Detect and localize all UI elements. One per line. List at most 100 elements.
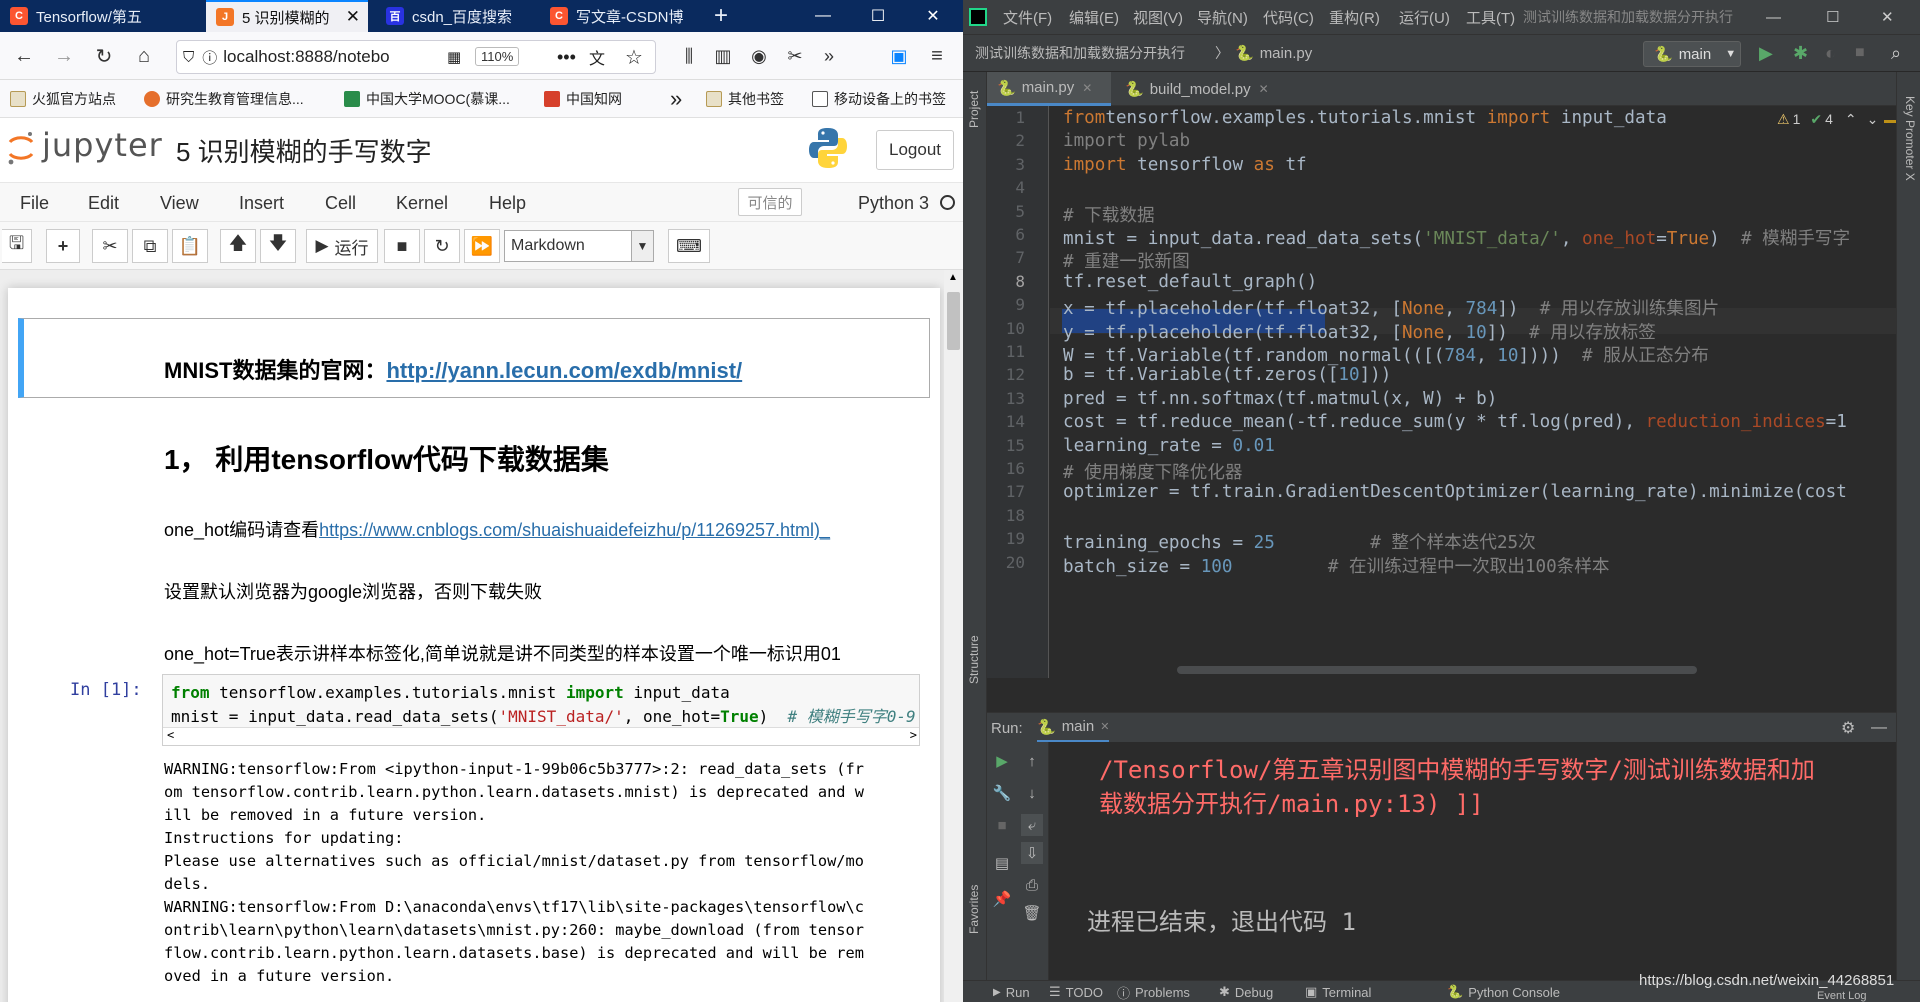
code-line[interactable]: import tensorflow as tf [1063, 155, 1307, 175]
code-line[interactable]: mnist = input_data.read_data_sets('MNIST… [1063, 225, 1850, 250]
bookmark-grad-edu[interactable]: 研究生教育管理信息... [144, 80, 304, 118]
rerun-icon[interactable]: ▶ [991, 750, 1013, 772]
status-tab-todo[interactable]: ☰ TODO [1049, 981, 1103, 1002]
line-number[interactable]: 4 [987, 178, 1025, 197]
bookmark-firefox[interactable]: 火狐官方站点 [10, 80, 116, 118]
pc-menu-refactor[interactable]: 重构(R) [1329, 0, 1380, 34]
bookmark-cnki[interactable]: 中国知网 [544, 80, 622, 118]
line-number[interactable]: 19 [987, 529, 1025, 548]
editor-tab-build-model[interactable]: 🐍 build_model.py ✕ [1115, 72, 1275, 106]
code-editor[interactable]: 1 2 3 4 5 6 7 8 9 10 11 12 13 14 15 16 17 18 19 20 fromtens… [987, 106, 1896, 678]
line-number[interactable]: 17 [987, 482, 1025, 501]
key-promoter-tool-tab[interactable]: Key Promoter X [1903, 96, 1917, 181]
extensions-icon[interactable]: ▣ [884, 32, 914, 80]
url-bar[interactable]: ⛉ ⓘ localhost:8888/notebo ▦ 110% ••• 文 ☆ [176, 40, 656, 74]
line-number[interactable]: 20 [987, 553, 1025, 572]
scroll-up-icon[interactable]: ▲ [948, 272, 958, 283]
menu-edit[interactable]: Edit [88, 183, 119, 223]
code-line[interactable]: import pylab [1063, 131, 1190, 151]
trusted-indicator[interactable]: 可信的 [738, 188, 802, 216]
bookmark-star-icon[interactable]: ☆ [625, 45, 643, 70]
menu-file[interactable]: File [20, 183, 49, 223]
code-line[interactable]: training_epochs = 25 # 整个样本迭代25次 [1063, 529, 1536, 554]
scrollbar-thumb[interactable] [947, 292, 960, 350]
interrupt-icon[interactable]: ■ [384, 229, 420, 263]
move-down-icon[interactable]: 🡇 [260, 229, 296, 263]
bookmark-mooc[interactable]: 中国大学MOOC(慕课... [344, 80, 510, 118]
minimize-icon[interactable]: — [797, 0, 849, 32]
code-line[interactable]: # 下载数据 [1063, 202, 1155, 227]
notebook-title[interactable]: 5 识别模糊的手写数字 [176, 132, 432, 169]
cut-icon[interactable]: ✂ [92, 229, 128, 263]
next-highlight-icon[interactable]: ⌄ [1867, 111, 1879, 128]
code-cell-input[interactable]: from tensorflow.examples.tutorials.mnist… [162, 674, 920, 746]
line-number[interactable]: 13 [987, 389, 1025, 408]
settings-gear-icon[interactable]: ⚙ [1841, 713, 1855, 743]
restart-icon[interactable]: ↻ [424, 229, 460, 263]
line-number[interactable]: 15 [987, 436, 1025, 455]
menu-kernel[interactable]: Kernel [396, 183, 448, 223]
line-number[interactable]: 11 [987, 342, 1025, 361]
page-actions-icon[interactable]: ••• [557, 47, 576, 68]
code-line[interactable]: batch_size = 100 # 在训练过程中一次取出100条样本 [1063, 553, 1610, 578]
code-line[interactable]: x = tf.placeholder(tf.float32, [None, 78… [1063, 295, 1719, 320]
sidebar-icon[interactable]: ▥ [708, 32, 738, 80]
zoom-indicator[interactable]: 110% [475, 47, 520, 66]
scroll-to-end-icon[interactable]: ⇩ [1021, 842, 1043, 864]
jupyter-brand[interactable]: jupyter [42, 126, 163, 164]
warning-marker[interactable] [1884, 120, 1896, 123]
code-line[interactable]: pred = tf.nn.softmax(tf.matmul(x, W) + b… [1063, 389, 1497, 409]
markdown-cell-selected[interactable]: MNIST数据集的官网：http://yann.lecun.com/exdb/m… [18, 318, 930, 398]
code-line[interactable]: optimizer = tf.train.GradientDescentOpti… [1063, 482, 1847, 502]
line-number[interactable]: 12 [987, 365, 1025, 384]
hamburger-menu-icon[interactable]: ≡ [922, 32, 952, 80]
structure-tool-tab[interactable]: Structure [967, 635, 981, 684]
overflow-icon[interactable]: » [814, 32, 844, 80]
restart-run-all-icon[interactable]: ⏩ [464, 229, 500, 263]
debug-icon[interactable]: ✱ [1793, 35, 1808, 71]
wrench-icon[interactable]: 🔧 [991, 782, 1013, 804]
qr-icon[interactable]: ▦ [447, 48, 461, 66]
inspection-widget[interactable]: ⚠ 1 ✔ 4 ⌃ ⌄ [1777, 106, 1878, 132]
code-line[interactable]: # 使用梯度下降优化器 [1063, 459, 1243, 484]
code-line[interactable]: cost = tf.reduce_mean(-tf.reduce_sum(y *… [1063, 412, 1847, 432]
line-number[interactable]: 5 [987, 202, 1025, 221]
search-everywhere-icon[interactable]: ⌕ [1891, 35, 1901, 71]
run-button[interactable]: ▶ 运行 [306, 229, 378, 263]
translate-icon[interactable]: 文 [589, 45, 605, 69]
code-horizontal-scrollbar[interactable]: < > [163, 727, 919, 745]
run-icon[interactable]: ▶ [1759, 35, 1773, 71]
forward-icon[interactable]: → [46, 32, 82, 80]
layout-icon[interactable]: ▤ [991, 852, 1013, 874]
editor-vertical-scrollbar[interactable] [1882, 106, 1896, 678]
run-tab-main[interactable]: 🐍 main ✕ [1037, 713, 1110, 743]
project-tool-tab[interactable]: Project [967, 91, 981, 128]
line-number[interactable]: 1 [987, 108, 1025, 127]
run-config-select[interactable]: 🐍 main ▼ [1643, 41, 1741, 67]
stop-icon[interactable]: ■ [1855, 35, 1865, 71]
jupyter-logo-icon[interactable] [6, 128, 36, 168]
previous-highlight-icon[interactable]: ⌃ [1845, 111, 1857, 128]
menu-cell[interactable]: Cell [325, 183, 356, 223]
mnist-link[interactable]: http://yann.lecun.com/exdb/mnist/ [386, 358, 742, 383]
status-tab-problems[interactable]: ⓘ Problems [1117, 981, 1190, 1002]
insert-cell-icon[interactable]: + [46, 229, 80, 263]
code-line[interactable]: fromtensorflow.examples.tutorials.mnist … [1063, 108, 1667, 128]
status-tab-debug[interactable]: ✱ Debug [1219, 981, 1273, 1002]
status-tab-run[interactable]: ▶ Run [993, 981, 1030, 1002]
code-line[interactable]: b = tf.Variable(tf.zeros([10])) [1063, 365, 1391, 385]
cnblogs-link[interactable]: https://www.cnblogs.com/shuaishuaidefeiz… [319, 520, 830, 540]
paste-icon[interactable]: 📋 [172, 229, 208, 263]
pc-menu-run[interactable]: 运行(U) [1399, 0, 1450, 34]
maximize-icon[interactable]: ☐ [852, 0, 904, 32]
pc-close-icon[interactable]: ✕ [1881, 0, 1894, 34]
coverage-icon[interactable]: ◐ [1825, 35, 1836, 71]
status-tab-terminal[interactable]: ▣ Terminal [1305, 981, 1371, 1002]
close-tab-icon[interactable]: ✕ [346, 7, 360, 27]
copy-icon[interactable]: ⧉ [132, 229, 168, 263]
line-number[interactable]: 10 [987, 319, 1025, 338]
trash-icon[interactable]: 🗑 [1021, 902, 1043, 924]
line-number[interactable]: 3 [987, 155, 1025, 174]
code-line[interactable]: # 重建一张新图 [1063, 248, 1190, 273]
save-icon[interactable]: 🖫 [2, 229, 32, 263]
